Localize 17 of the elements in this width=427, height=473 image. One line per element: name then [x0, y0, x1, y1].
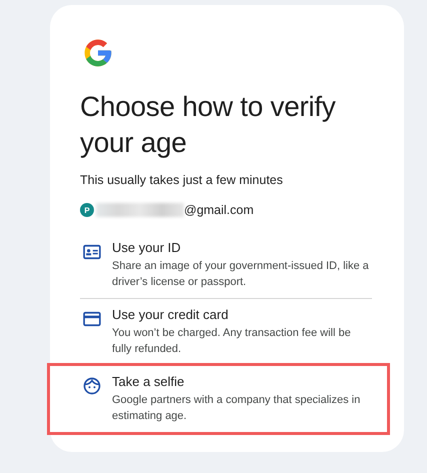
- account-avatar: P: [80, 203, 94, 217]
- id-card-icon: [82, 242, 102, 262]
- face-icon: [82, 376, 102, 396]
- option-title: Take a selfie: [112, 373, 186, 390]
- highlighted-option[interactable]: Take a selfie Google partners with a company that specializes in estimating age.: [50, 366, 387, 432]
- credit-card-icon: [82, 309, 102, 329]
- option-title: Use your ID: [112, 239, 182, 256]
- option-description: Share an image of your government-issued ID, like a driver’s license or passport.: [112, 259, 370, 290]
- verification-option[interactable]: Use your credit card You won’t be charged. Any transaction fee will be fully refunded.: [80, 299, 372, 366]
- verification-option[interactable]: Use your ID Share an image of your government-issued ID, like a driver’s license or passport.: [80, 232, 372, 299]
- logo-icon: [82, 37, 114, 69]
- option-title: Use your credit card: [112, 306, 230, 323]
- account-email: @gmail.com: [184, 203, 254, 217]
- option-description: You won’t be charged. Any transaction fee will be fully refunded.: [112, 326, 352, 357]
- option-description: Google partners with a company that specializes in estimating age.: [112, 393, 362, 424]
- subtitle: This usually takes just a few minutes: [80, 173, 284, 187]
- page-title: Choose how to verify your age: [80, 90, 336, 160]
